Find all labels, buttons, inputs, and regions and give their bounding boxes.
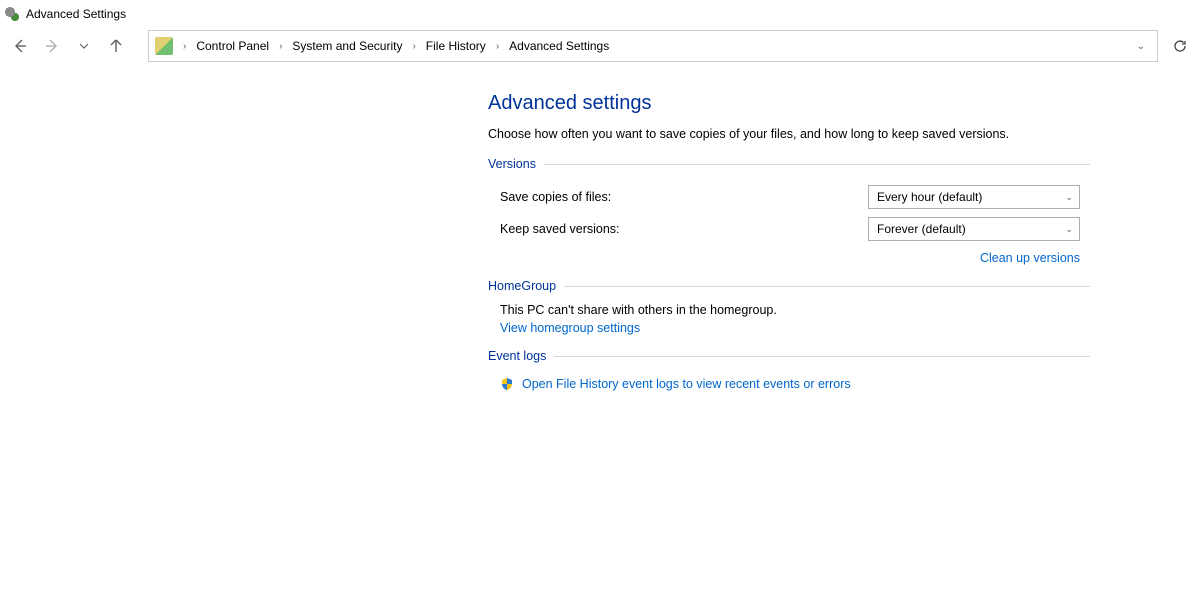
breadcrumb-item[interactable]: File History — [422, 37, 490, 55]
page-description: Choose how often you want to save copies… — [488, 127, 1090, 141]
up-button[interactable] — [102, 32, 130, 60]
versions-section-title: Versions — [488, 157, 536, 171]
chevron-down-icon: ⌄ — [1065, 192, 1073, 203]
titlebar: Advanced Settings — [0, 0, 1200, 28]
save-copies-value: Every hour (default) — [877, 190, 982, 204]
address-bar[interactable]: › Control Panel › System and Security › … — [148, 30, 1158, 62]
chevron-right-icon: › — [179, 41, 190, 52]
keep-versions-value: Forever (default) — [877, 222, 966, 236]
divider — [554, 356, 1090, 357]
shield-icon — [500, 377, 514, 391]
keep-versions-label: Keep saved versions: — [500, 222, 856, 236]
save-copies-label: Save copies of files: — [500, 190, 856, 204]
chevron-down-icon: ⌄ — [1065, 224, 1073, 235]
content-area: Advanced settings Choose how often you w… — [0, 64, 1090, 391]
cleanup-versions-link[interactable]: Clean up versions — [980, 251, 1080, 265]
forward-button[interactable] — [38, 32, 66, 60]
open-eventlogs-link[interactable]: Open File History event logs to view rec… — [522, 377, 851, 391]
chevron-right-icon: › — [492, 41, 503, 52]
window-title: Advanced Settings — [26, 7, 126, 21]
breadcrumb-item[interactable]: System and Security — [288, 37, 406, 55]
nav-toolbar: › Control Panel › System and Security › … — [0, 28, 1200, 64]
homegroup-status-text: This PC can't share with others in the h… — [488, 303, 1090, 317]
keep-versions-dropdown[interactable]: Forever (default) ⌄ — [868, 217, 1080, 241]
eventlogs-section: Event logs Open File History event logs … — [488, 349, 1090, 391]
homegroup-section-title: HomeGroup — [488, 279, 556, 293]
back-button[interactable] — [6, 32, 34, 60]
breadcrumb-item[interactable]: Advanced Settings — [505, 37, 613, 55]
app-icon — [4, 6, 20, 22]
divider — [564, 286, 1090, 287]
view-homegroup-link[interactable]: View homegroup settings — [500, 321, 640, 335]
homegroup-section: HomeGroup This PC can't share with other… — [488, 279, 1090, 335]
chevron-right-icon: › — [408, 41, 419, 52]
versions-section: Versions Save copies of files: Every hou… — [488, 157, 1090, 265]
chevron-right-icon: › — [275, 41, 286, 52]
eventlogs-section-title: Event logs — [488, 349, 546, 363]
chevron-down-icon[interactable]: ⌄ — [1131, 41, 1151, 52]
refresh-button[interactable] — [1166, 30, 1194, 62]
recent-locations-button[interactable] — [70, 32, 98, 60]
divider — [544, 164, 1090, 165]
breadcrumb-item[interactable]: Control Panel — [192, 37, 273, 55]
save-copies-dropdown[interactable]: Every hour (default) ⌄ — [868, 185, 1080, 209]
location-icon — [155, 37, 173, 55]
page-title: Advanced settings — [488, 92, 1090, 115]
